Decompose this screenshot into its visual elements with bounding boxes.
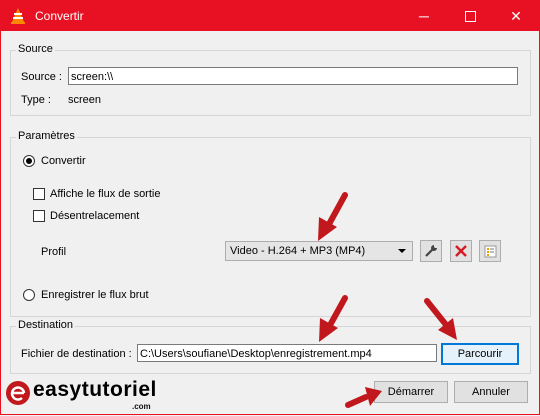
close-button[interactable]: ✕ (493, 1, 539, 31)
convert-radio[interactable] (23, 155, 35, 167)
vlc-cone-icon (11, 8, 25, 24)
title-bar[interactable]: Convertir ─ ✕ (1, 1, 539, 31)
source-input[interactable]: screen:\\ (68, 67, 518, 85)
minimize-button[interactable]: ─ (401, 1, 447, 31)
maximize-icon (464, 10, 476, 22)
minimize-icon: ─ (419, 8, 429, 24)
deinterlace-checkbox[interactable] (33, 210, 45, 222)
cancel-button[interactable]: Annuler (454, 381, 528, 403)
easytutoriel-logo-icon (6, 381, 30, 405)
browse-button[interactable]: Parcourir (441, 343, 519, 365)
settings-group-title: Paramètres (16, 130, 77, 142)
source-label: Source : (21, 71, 62, 83)
chevron-down-icon (398, 249, 406, 253)
window-title: Convertir (35, 9, 84, 23)
watermark-text: easytutoriel (33, 378, 157, 401)
source-group-title: Source (16, 43, 55, 55)
profile-label: Profil (41, 246, 67, 258)
delete-icon (455, 245, 467, 257)
show-output-checkbox[interactable] (33, 188, 45, 200)
deinterlace-label[interactable]: Désentrelacement (50, 210, 139, 222)
type-value: screen (68, 94, 102, 106)
close-icon: ✕ (510, 8, 522, 24)
destination-group-title: Destination (16, 319, 76, 331)
type-label: Type : (21, 94, 51, 106)
new-profile-button[interactable] (479, 240, 501, 262)
convert-label[interactable]: Convertir (41, 155, 86, 167)
profile-select[interactable]: Video - H.264 + MP3 (MP4) (225, 241, 413, 261)
maximize-button[interactable] (447, 1, 493, 31)
radio-selected-dot (26, 158, 32, 164)
dump-raw-radio[interactable] (23, 289, 35, 301)
show-output-label[interactable]: Affiche le flux de sortie (50, 188, 160, 200)
destination-file-label: Fichier de destination : (21, 348, 132, 360)
edit-profile-button[interactable] (420, 240, 442, 262)
wrench-icon (425, 245, 437, 257)
start-button[interactable]: Démarrer (374, 381, 448, 403)
watermark-suffix: .com (132, 402, 151, 411)
destination-file-input[interactable]: C:\Users\soufiane\Desktop\enregistrement… (137, 344, 437, 362)
delete-profile-button[interactable] (450, 240, 472, 262)
convert-dialog: Convertir ─ ✕ Source Source : screen:\\ … (0, 0, 540, 415)
new-profile-icon (484, 245, 497, 258)
profile-selected-value: Video - H.264 + MP3 (MP4) (230, 245, 366, 257)
dump-raw-label[interactable]: Enregistrer le flux brut (41, 289, 149, 301)
